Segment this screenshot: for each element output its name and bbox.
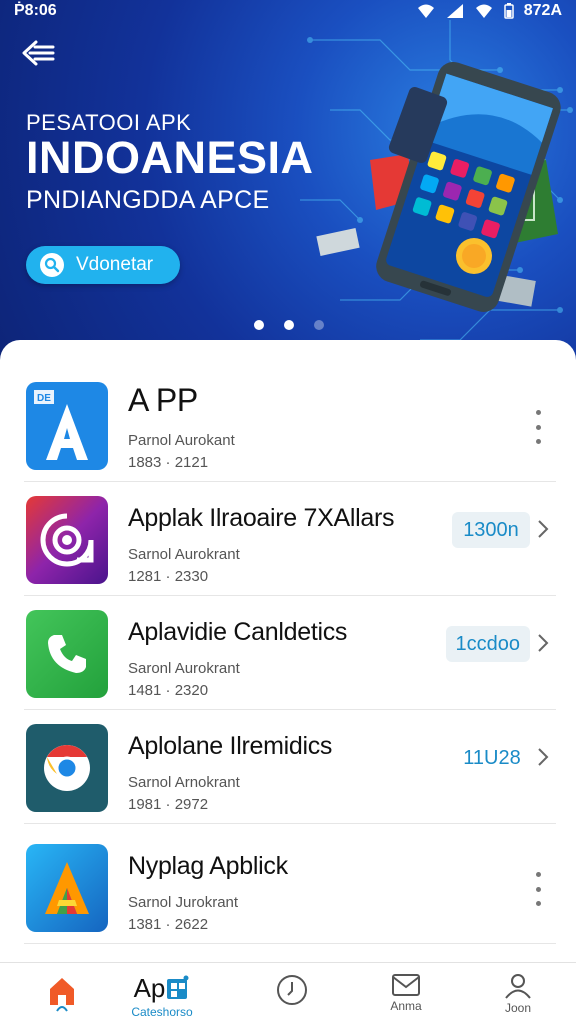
hero-title: INDOANESIA bbox=[26, 132, 314, 183]
nav-mail[interactable]: Anma bbox=[356, 963, 456, 1024]
chrome-icon bbox=[26, 724, 108, 812]
app-list-panel: DE A PP Parnol Aurokant 1883 · 2121 Appl… bbox=[0, 340, 576, 962]
wifi-icon bbox=[417, 4, 434, 18]
nav-home[interactable] bbox=[12, 963, 112, 1024]
search-icon bbox=[40, 253, 64, 277]
search-button-label: Vdonetar bbox=[76, 254, 154, 275]
carousel-dot[interactable] bbox=[254, 320, 264, 330]
app-range: 1883 · 2121 bbox=[128, 454, 209, 471]
battery-text: 872A bbox=[523, 2, 562, 19]
carousel-dots bbox=[254, 320, 324, 330]
more-options-icon[interactable] bbox=[528, 872, 548, 906]
apps-icon bbox=[167, 975, 189, 999]
list-item[interactable]: Nyplag Apblick Sarnol Jurokrant 1381 · 2… bbox=[24, 830, 556, 944]
nav-apps-text: Ap bbox=[133, 973, 166, 1003]
app-action-label[interactable]: 11U28 bbox=[462, 740, 522, 776]
app-name: Applak Ilraoaire 7XAllars bbox=[128, 504, 395, 532]
nav-history[interactable] bbox=[242, 963, 342, 1024]
back-button[interactable] bbox=[20, 36, 60, 70]
profile-icon bbox=[505, 974, 531, 999]
battery-icon bbox=[504, 3, 514, 19]
list-item[interactable]: DE A PP Parnol Aurokant 1883 · 2121 bbox=[24, 368, 556, 482]
search-button[interactable]: Vdonetar bbox=[26, 246, 180, 284]
list-item[interactable]: Applak Ilraoaire 7XAllars Sarnol Aurokra… bbox=[24, 482, 556, 596]
wifi-icon-2 bbox=[475, 4, 492, 18]
nav-apps[interactable]: Ap Cateshorso bbox=[112, 963, 212, 1024]
signal-icon bbox=[446, 4, 463, 18]
phone-icon bbox=[26, 610, 108, 698]
app-name: Aplavidie Canldetics bbox=[128, 618, 348, 646]
camera-app-icon bbox=[26, 496, 108, 584]
app-developer: Saronl Aurokrant bbox=[128, 660, 240, 677]
carousel-dot[interactable] bbox=[284, 320, 294, 330]
chevron-right-icon[interactable] bbox=[536, 632, 550, 654]
app-range: 1981 · 2972 bbox=[128, 796, 209, 813]
list-item[interactable]: Aplavidie Canldetics Saronl Aurokrant 14… bbox=[24, 596, 556, 710]
app-developer: Sarnol Arnokrant bbox=[128, 774, 240, 791]
back-arrow-icon bbox=[22, 40, 55, 66]
hero-subtitle-bottom: PNDIANGDDA APCE bbox=[26, 186, 270, 214]
status-bar: Ṗ8:06 872A bbox=[0, 0, 576, 22]
app-range: 1281 · 2330 bbox=[128, 568, 209, 585]
smartphone-illustration bbox=[316, 61, 561, 312]
nav-profile[interactable]: Joon bbox=[468, 963, 568, 1024]
chevron-right-icon[interactable] bbox=[536, 746, 550, 768]
app-name: A PP bbox=[128, 382, 198, 418]
nav-profile-label: Joon bbox=[504, 1001, 532, 1015]
app-name: Aplolane Ilremidics bbox=[128, 732, 333, 760]
nav-mail-label: Anma bbox=[390, 999, 422, 1013]
app-range: 1381 · 2622 bbox=[128, 916, 209, 933]
nav-apps-label: Cateshorso bbox=[131, 1005, 193, 1019]
artstudio-icon bbox=[26, 844, 108, 932]
app-name: Nyplag Apblick bbox=[128, 852, 288, 880]
mail-icon bbox=[392, 974, 420, 996]
clock-icon bbox=[277, 975, 307, 1005]
carousel-dot[interactable] bbox=[314, 320, 324, 330]
list-item[interactable]: Aplolane Ilremidics Sarnol Arnokrant 198… bbox=[24, 710, 556, 824]
app-developer: Sarnol Aurokrant bbox=[128, 546, 240, 563]
app-action-badge[interactable]: 1ccdoo bbox=[445, 626, 530, 662]
hero-banner[interactable]: Ṗ8:06 872A PESATOOI APK INDOANESIA PNDIA… bbox=[0, 0, 576, 372]
app-developer: Sarnol Jurokrant bbox=[128, 894, 239, 911]
app-letter-a-icon: DE bbox=[26, 382, 108, 470]
home-indicator-icon bbox=[56, 1006, 68, 1012]
app-developer: Parnol Aurokant bbox=[128, 432, 235, 449]
app-range: 1481 · 2320 bbox=[128, 682, 209, 699]
status-time: Ṗ8:06 bbox=[14, 2, 57, 19]
svg-text:DE: DE bbox=[37, 393, 51, 404]
app-action-badge[interactable]: 1300n bbox=[452, 512, 530, 548]
bottom-navigation: Ap Cateshorso Anma Joon bbox=[0, 962, 576, 1024]
chevron-right-icon[interactable] bbox=[536, 518, 550, 540]
more-options-icon[interactable] bbox=[528, 410, 548, 444]
